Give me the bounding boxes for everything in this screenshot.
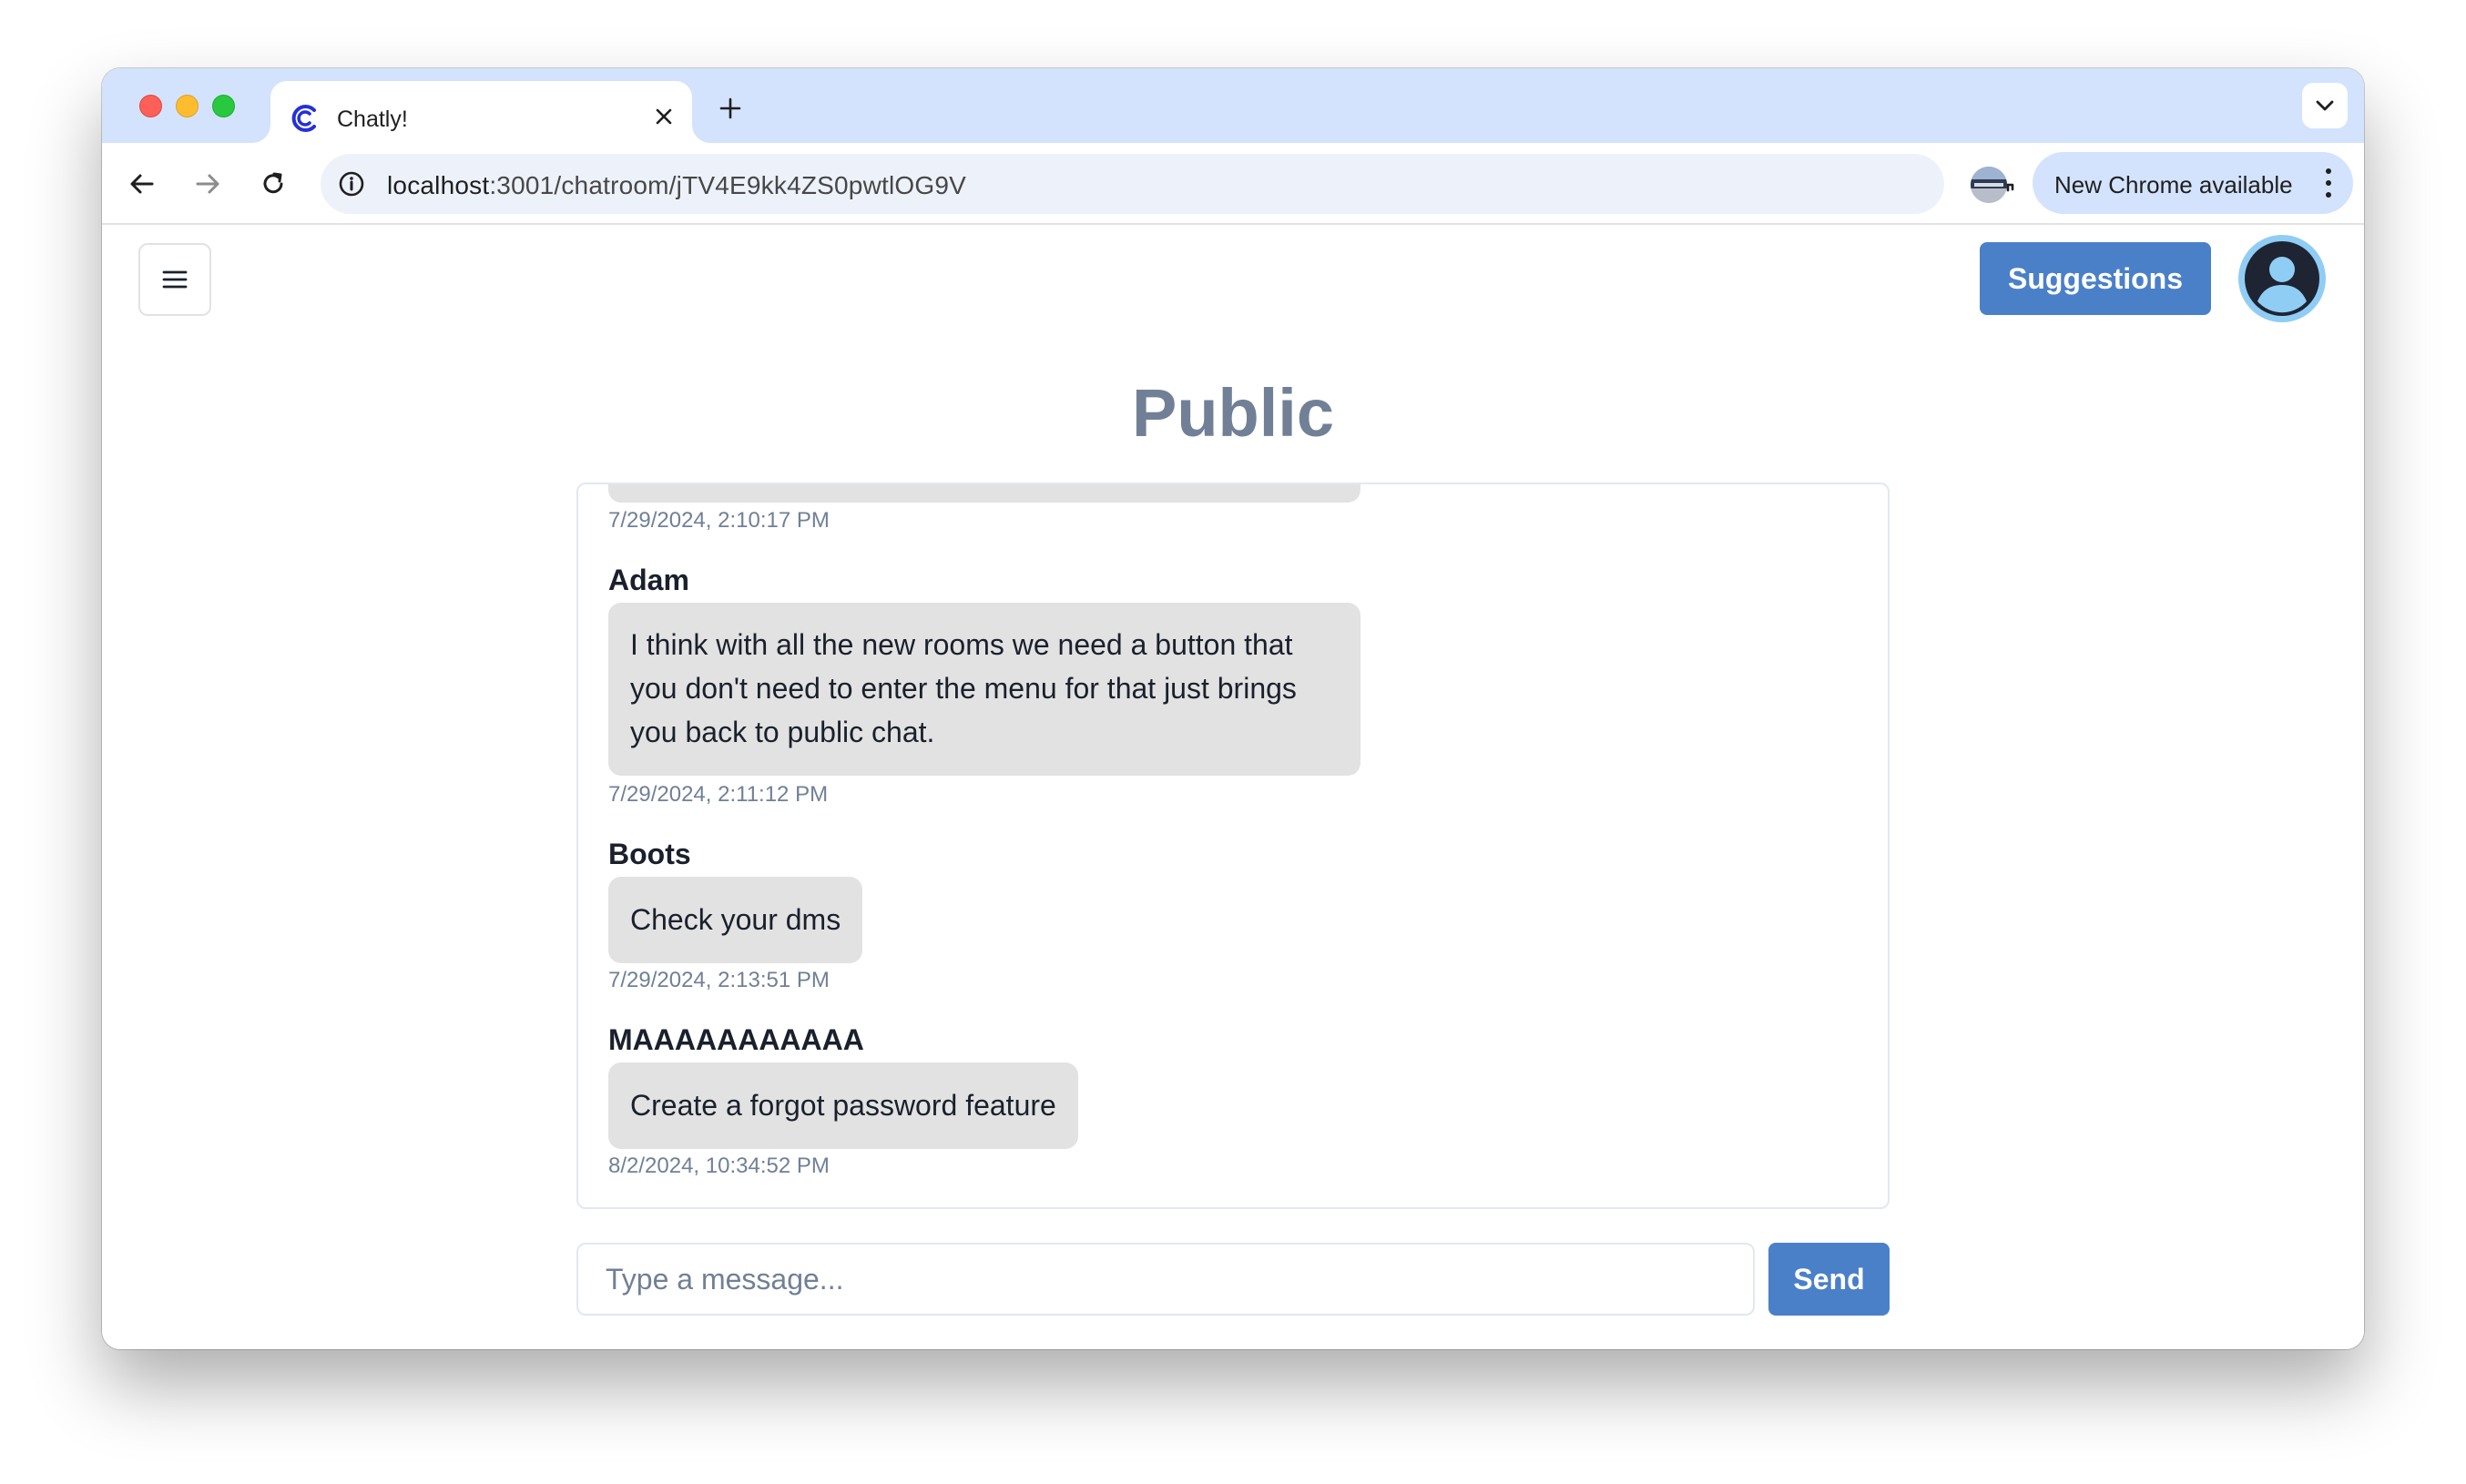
forward-icon[interactable] [189,166,226,202]
message-text-line: you back to public chat. [630,716,935,748]
back-icon[interactable] [124,166,160,202]
fullscreen-window-button[interactable] [212,95,235,117]
close-icon[interactable] [650,103,678,130]
send-button[interactable]: Send [1768,1243,1890,1316]
browser-tab-chatly[interactable]: Chatly! [270,81,692,143]
reload-icon[interactable] [255,166,291,202]
message-bubble: Create a forgot password feature [608,1062,1078,1149]
new-chrome-available-button[interactable]: New Chrome available [2033,152,2353,214]
message-bubble: Check your dms [608,877,863,963]
chatly-logo-icon [289,103,320,134]
room-title: Public [1131,375,1335,451]
more-vert-icon[interactable] [2324,168,2333,198]
browser-toolbar: localhost:3001/chatroom/jTV4E9kk4ZS0pwtl… [102,143,2364,225]
plus-icon[interactable] [714,92,747,125]
message-text-line: I think with all the new rooms we need a… [630,628,1293,661]
chatly-page: Suggestions Public 7/29/2024, 2:10:17 PM… [102,225,2364,1349]
user-icon [2245,241,2319,316]
close-window-button[interactable] [139,95,162,117]
browser-profile-avatar[interactable] [1971,167,2007,203]
suggestions-button[interactable]: Suggestions [1980,242,2211,315]
message-bubble: I think with all the new rooms we need a… [608,603,1360,776]
tab-strip: Chatly! [102,68,2364,143]
tab-search-icon[interactable] [2302,83,2348,128]
minimize-window-button[interactable] [176,95,199,117]
message-timestamp: 8/2/2024, 10:34:52 PM [608,1154,830,1178]
message-bubble [608,484,1360,503]
message-timestamp: 7/29/2024, 2:10:17 PM [608,508,830,533]
message-list[interactable]: 7/29/2024, 2:10:17 PM Adam I think with … [576,483,1890,1209]
message-author: MAAAAAAAAAAA [608,1023,864,1056]
message-input[interactable] [576,1243,1755,1316]
tab-title: Chatly! [337,107,408,132]
info-icon[interactable] [337,169,366,198]
message-timestamp: 7/29/2024, 2:13:51 PM [608,968,830,992]
update-label: New Chrome available [2054,171,2293,198]
user-avatar[interactable] [2238,235,2326,322]
message-author: Boots [608,838,691,870]
menu-icon [162,270,188,289]
message-text-line: you don't need to enter the menu for tha… [630,672,1297,705]
browser-window: Chatly! localhost:3001/chatroom/jTV4E9kk… [102,68,2364,1349]
message-author: Adam [608,564,689,596]
hamburger-menu-button[interactable] [138,243,211,316]
address-bar[interactable]: localhost:3001/chatroom/jTV4E9kk4ZS0pwtl… [321,154,2132,214]
message-timestamp: 7/29/2024, 2:11:12 PM [608,782,829,807]
url-text: localhost:3001/chatroom/jTV4E9kk4ZS0pwtl… [387,171,966,199]
